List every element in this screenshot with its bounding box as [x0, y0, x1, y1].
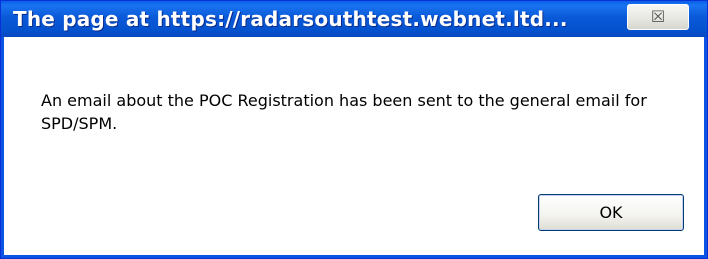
ok-button[interactable]: OK	[538, 194, 684, 231]
dialog-message: An email about the POC Registration has …	[41, 91, 647, 133]
alert-dialog: The page at https://radarsouthtest.webne…	[0, 0, 708, 259]
close-icon: ☒	[650, 7, 666, 26]
dialog-title: The page at https://radarsouthtest.webne…	[13, 7, 568, 31]
dialog-body: An email about the POC Registration has …	[4, 37, 704, 255]
dialog-titlebar[interactable]: The page at https://radarsouthtest.webne…	[1, 1, 707, 37]
close-button[interactable]: ☒	[627, 4, 689, 30]
